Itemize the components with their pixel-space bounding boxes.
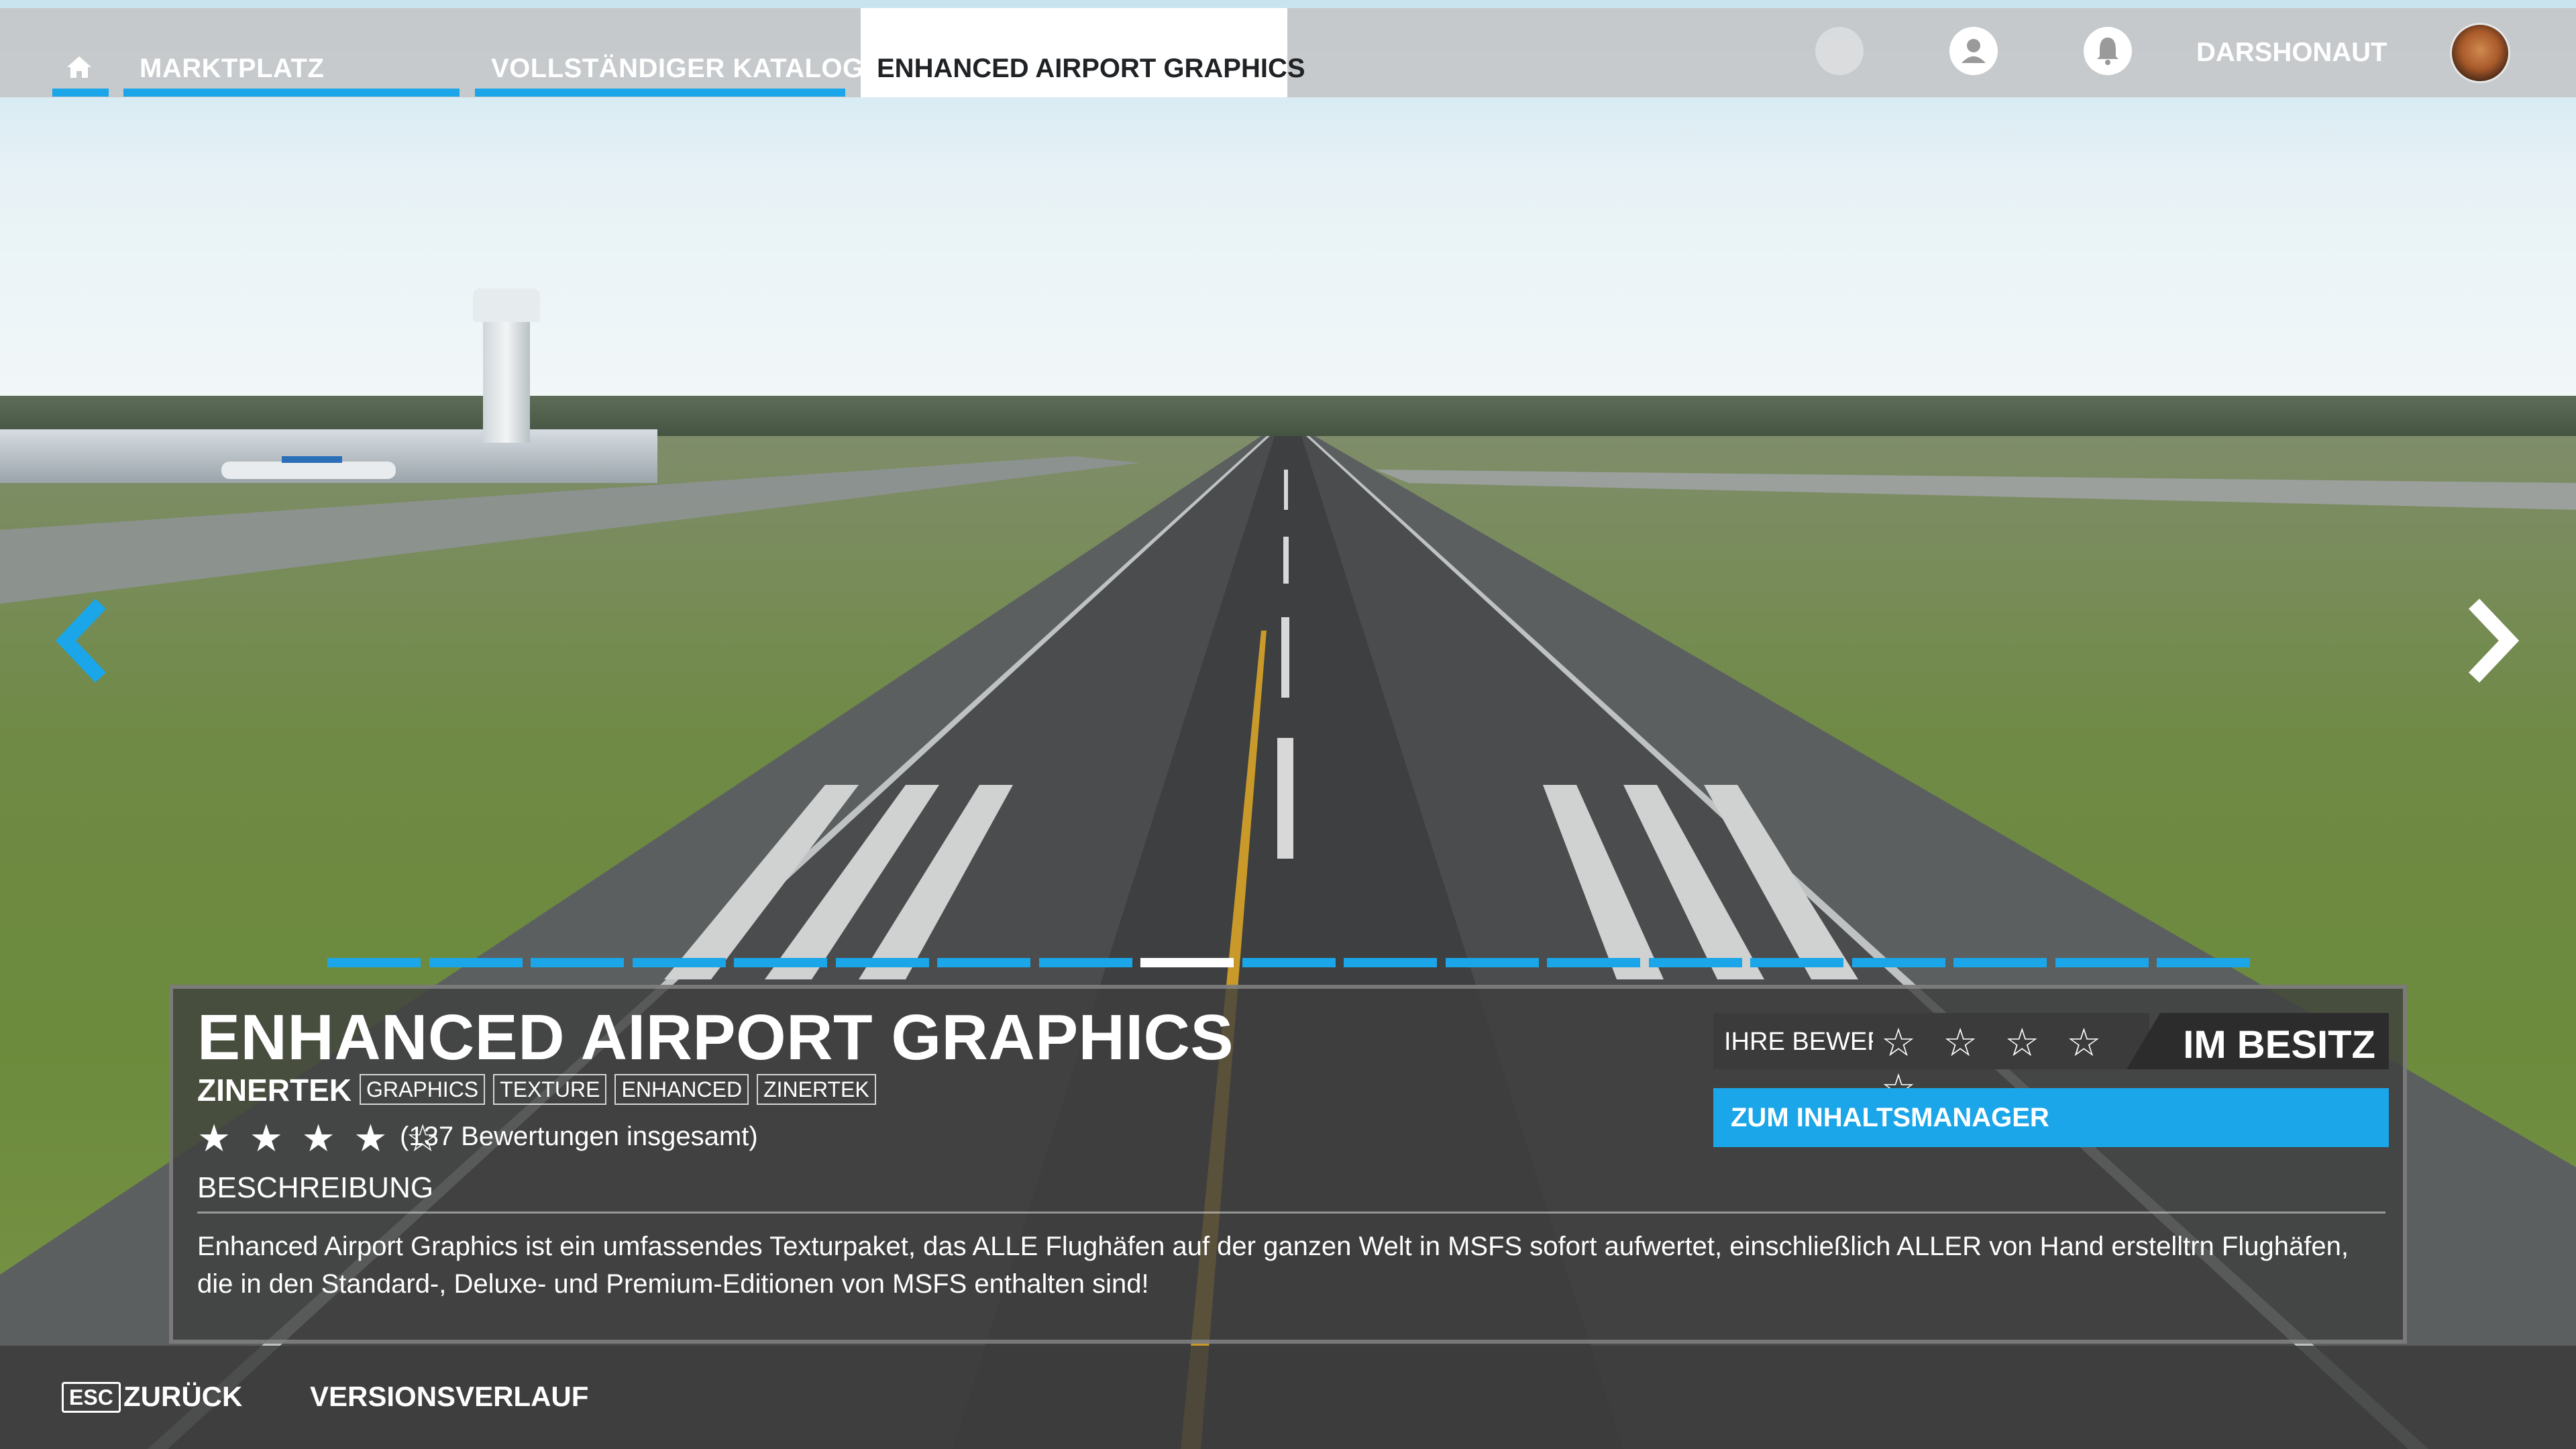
your-rating-box[interactable]: IHRE BEWERTUNG ☆ ☆ ☆ ☆ ☆: [1713, 1013, 2149, 1110]
tab-marketplace[interactable]: MARKTPLATZ: [123, 48, 460, 97]
carousel-indicator[interactable]: [2055, 958, 2149, 967]
tag-list: GRAPHICS TEXTURE ENHANCED ZINERTEK: [360, 1074, 876, 1105]
back-button[interactable]: ZURÜCK: [123, 1381, 242, 1413]
notifications-icon: [2097, 38, 2118, 65]
tag-texture[interactable]: TEXTURE: [493, 1074, 607, 1105]
carousel-indicator[interactable]: [429, 958, 523, 967]
carousel-indicator[interactable]: [1140, 958, 1234, 967]
carousel-indicator[interactable]: [1242, 958, 1336, 967]
carousel-indicator[interactable]: [937, 958, 1030, 967]
carousel-indicator[interactable]: [1446, 958, 1539, 967]
owned-badge: IM BESITZ: [2127, 1013, 2389, 1069]
tab-enhanced-airport-graphics[interactable]: ENHANCED AIRPORT GRAPHICS: [861, 8, 1305, 97]
chevron-right-icon: [2469, 598, 2520, 683]
profile-button[interactable]: [1949, 27, 1998, 75]
carousel-indicator[interactable]: [2157, 958, 2250, 967]
carousel-indicator[interactable]: [1953, 958, 2047, 967]
owned-badge-label: IM BESITZ: [2183, 1023, 2375, 1067]
description-heading: BESCHREIBUNG: [197, 1171, 434, 1204]
carousel-indicator[interactable]: [1344, 958, 1437, 967]
carousel-indicator[interactable]: [1750, 958, 1843, 967]
carousel-indicator[interactable]: [1852, 958, 1945, 967]
tag-enhanced[interactable]: ENHANCED: [614, 1074, 749, 1105]
tab-marketplace-underline: [123, 89, 460, 97]
version-history-button[interactable]: VERSIONSVERLAUF: [310, 1381, 588, 1413]
carousel-indicator[interactable]: [531, 958, 624, 967]
previous-image-button[interactable]: [54, 597, 114, 684]
publisher-name[interactable]: ZINERTEK: [197, 1072, 352, 1108]
next-image-button[interactable]: [2461, 597, 2521, 684]
home-icon: [67, 56, 91, 78]
tab-full-catalog[interactable]: VOLLSTÄNDIGER KATALOG: [475, 48, 863, 97]
bottom-bar: ESC ZURÜCK VERSIONSVERLAUF: [0, 1346, 2576, 1449]
tab-marketplace-label: MARKTPLATZ: [140, 54, 325, 83]
top-navigation: MARKTPLATZ VOLLSTÄNDIGER KATALOG ENHANCE…: [0, 0, 2576, 97]
nav-home-button[interactable]: [52, 48, 109, 97]
content-manager-button-label: ZUM INHALTSMANAGER: [1731, 1103, 2049, 1132]
your-rating-label: IHRE BEWERTUNG: [1724, 1028, 1873, 1056]
rating-count: (137 Bewertungen insgesamt): [400, 1122, 758, 1151]
product-info-panel: ENHANCED AIRPORT GRAPHICS ZINERTEK GRAPH…: [169, 985, 2407, 1344]
carousel-indicators: [327, 958, 2250, 969]
carousel-indicator[interactable]: [327, 958, 421, 967]
username[interactable]: DARSHONAUT: [2196, 38, 2387, 68]
description-divider: [197, 1212, 2385, 1214]
carousel-indicator[interactable]: [734, 958, 827, 967]
tab-full-catalog-underline: [475, 89, 845, 97]
carousel-indicator[interactable]: [1039, 958, 1132, 967]
tab-full-catalog-label: VOLLSTÄNDIGER KATALOG: [491, 54, 864, 83]
carousel-indicator[interactable]: [1547, 958, 1640, 967]
carousel-indicator[interactable]: [1649, 958, 1742, 967]
carousel-indicator[interactable]: [633, 958, 726, 967]
description-text: Enhanced Airport Graphics ist ein umfass…: [197, 1232, 2349, 1299]
esc-key-hint[interactable]: ESC: [62, 1382, 121, 1413]
profile-icon: [1962, 39, 1986, 63]
friends-button[interactable]: [1815, 27, 1864, 75]
notifications-button[interactable]: [2084, 27, 2132, 75]
chevron-left-icon: [55, 598, 106, 683]
nav-home-underline: [52, 89, 109, 97]
friends-icon: [1825, 40, 1854, 60]
carousel-indicator[interactable]: [836, 958, 929, 967]
content-manager-button[interactable]: ZUM INHALTSMANAGER: [1713, 1088, 2389, 1147]
tab-enhanced-airport-graphics-label: ENHANCED AIRPORT GRAPHICS: [877, 54, 1305, 83]
avatar[interactable]: [2450, 23, 2510, 83]
tag-zinertek[interactable]: ZINERTEK: [757, 1074, 876, 1105]
tag-graphics[interactable]: GRAPHICS: [360, 1074, 486, 1105]
product-title: ENHANCED AIRPORT GRAPHICS: [197, 1002, 1234, 1073]
